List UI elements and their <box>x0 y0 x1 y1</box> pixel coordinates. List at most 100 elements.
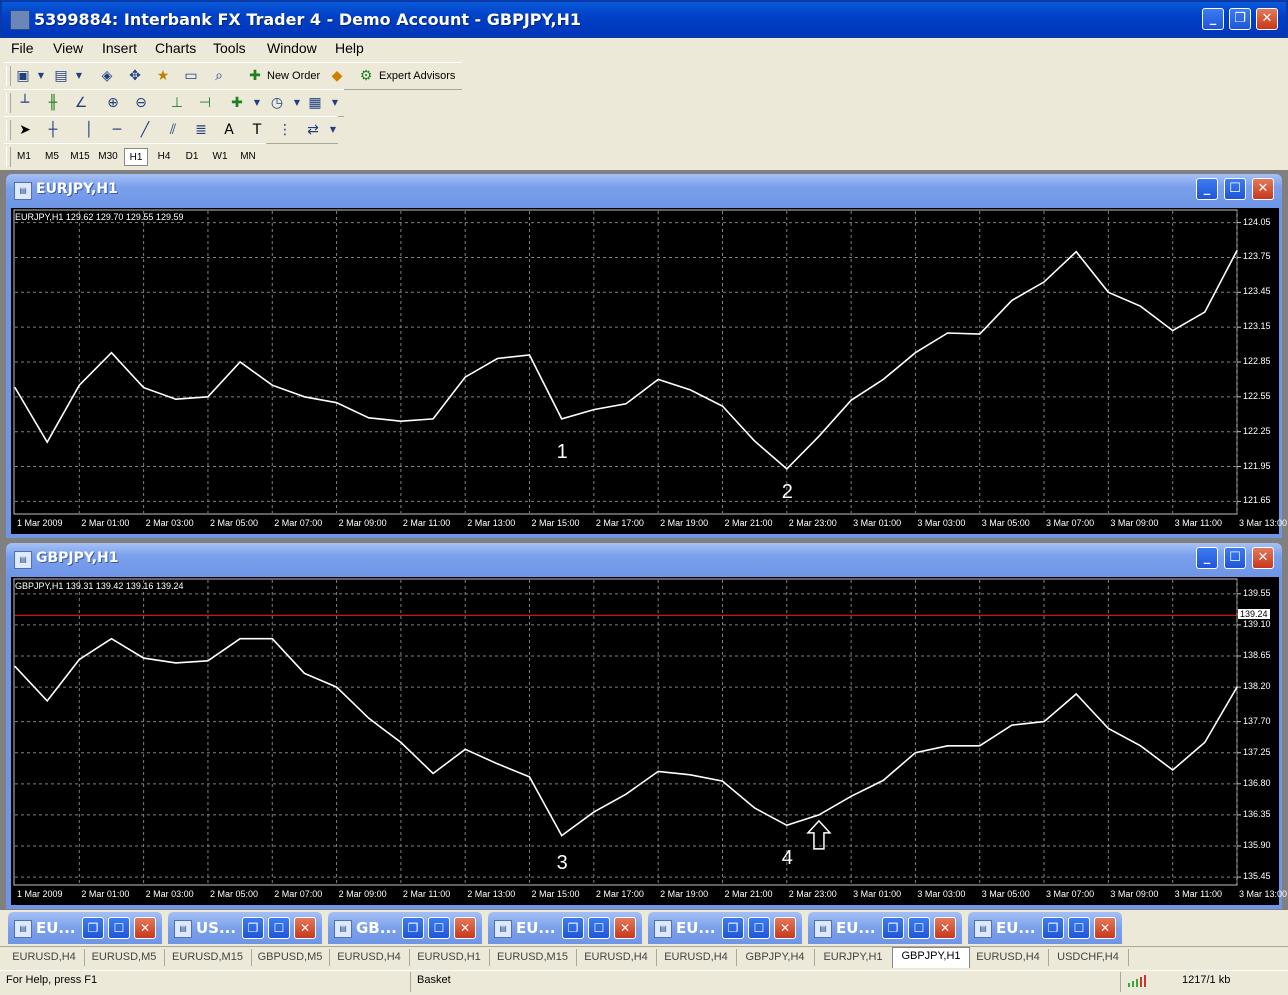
dropdown-arrow-icon[interactable]: ▼ <box>288 94 306 112</box>
chart-window-icon[interactable]: ▤ <box>334 920 352 938</box>
eurjpy-chart[interactable]: EURJPY,H1 129.62 129.70 129.55 129.59 1 … <box>11 208 1287 534</box>
gbpjpy-chart[interactable]: GBPJPY,H1 139.31 139.42 139.16 139.24 1 … <box>11 577 1287 905</box>
maximize-window-button[interactable]: ☐ <box>1068 917 1090 939</box>
timeframe-m5[interactable]: M5 <box>40 148 64 166</box>
restore-window-button[interactable]: ❐ <box>882 917 904 939</box>
timeframe-m1[interactable]: M1 <box>12 148 36 166</box>
app-icon[interactable] <box>10 10 30 30</box>
chart-window-icon[interactable]: ▤ <box>654 920 672 938</box>
terminal-icon[interactable]: ▭ <box>182 67 200 85</box>
chart-tab[interactable]: EURUSD,H1 <box>409 949 490 966</box>
close-button[interactable]: ✕ <box>1256 8 1278 30</box>
chart-tab[interactable]: EURUSD,H4 <box>4 949 85 966</box>
maximize-window-button[interactable]: ☐ <box>108 917 130 939</box>
equidistant-channel-icon[interactable]: ⫽ <box>164 121 182 139</box>
profiles-icon[interactable]: ▤ <box>52 67 70 85</box>
metaeditor-icon[interactable]: ◆ <box>328 67 346 85</box>
dropdown-arrow-icon[interactable]: ▼ <box>32 67 50 85</box>
chart-window-icon[interactable]: ▤ <box>494 920 512 938</box>
menu-help[interactable]: Help <box>335 40 364 56</box>
chart-window-icon[interactable]: ▤ <box>814 920 832 938</box>
restore-window-button[interactable]: ❐ <box>562 917 584 939</box>
market-watch-icon[interactable]: ◈ <box>98 67 116 85</box>
chart-tab[interactable]: EURUSD,H4 <box>656 949 737 966</box>
vertical-line-icon[interactable]: │ <box>80 121 98 139</box>
indicators-icon[interactable]: ✚ <box>228 94 246 112</box>
menu-file[interactable]: File <box>11 40 34 56</box>
minimized-chart-window[interactable]: ▤ EU... ❐ ☐ ✕ <box>648 912 802 944</box>
text-label-icon[interactable]: T <box>248 121 266 139</box>
restore-window-button[interactable]: ❐ <box>1042 917 1064 939</box>
arrows-icon[interactable]: ⇄ <box>304 121 322 139</box>
dropdown-arrow-icon[interactable]: ▼ <box>326 94 344 112</box>
gann-icon[interactable]: ⋮ <box>276 121 294 139</box>
timeframe-h4[interactable]: H4 <box>152 148 176 166</box>
restore-window-button[interactable]: ❐ <box>722 917 744 939</box>
toolbar-grip[interactable] <box>6 120 11 140</box>
line-chart-icon[interactable]: ∠ <box>72 94 90 112</box>
timeframe-w1[interactable]: W1 <box>208 148 232 166</box>
restore-window-button[interactable]: ❐ <box>242 917 264 939</box>
chart-tab[interactable]: GBPJPY,H4 <box>736 949 815 966</box>
trendline-icon[interactable]: ╱ <box>136 121 154 139</box>
timeframe-h1[interactable]: H1 <box>124 148 148 166</box>
menu-view[interactable]: View <box>53 40 83 56</box>
close-window-button[interactable]: ✕ <box>134 917 156 939</box>
chart-tab[interactable]: USDCHF,H4 <box>1048 949 1129 966</box>
zoom-in-icon[interactable]: ⊕ <box>104 94 122 112</box>
toolbar-grip[interactable] <box>6 93 11 113</box>
periods-icon[interactable]: ◷ <box>268 94 286 112</box>
close-window-button[interactable]: ✕ <box>614 917 636 939</box>
menu-insert[interactable]: Insert <box>102 40 137 56</box>
timeframe-m30[interactable]: M30 <box>96 148 120 166</box>
close-window-button[interactable]: ✕ <box>1094 917 1116 939</box>
chart-tab[interactable]: GBPUSD,M5 <box>251 949 330 966</box>
close-window-button[interactable]: ✕ <box>774 917 796 939</box>
menu-tools[interactable]: Tools <box>213 40 246 56</box>
data-window-icon[interactable]: ✥ <box>126 67 144 85</box>
minimized-chart-window[interactable]: ▤ US... ❐ ☐ ✕ <box>168 912 322 944</box>
close-window-button[interactable]: ✕ <box>934 917 956 939</box>
chart-tab[interactable]: EURUSD,M15 <box>164 949 252 966</box>
chart-maximize-button[interactable]: ☐ <box>1224 547 1246 569</box>
chart-tab[interactable]: EURUSD,M15 <box>489 949 577 966</box>
new-order-icon[interactable]: ✚ <box>246 67 264 85</box>
chart-shift-icon[interactable]: ⊣ <box>196 94 214 112</box>
menu-charts[interactable]: Charts <box>155 40 196 56</box>
timeframe-mn[interactable]: MN <box>236 148 260 166</box>
timeframe-d1[interactable]: D1 <box>180 148 204 166</box>
chart-tab[interactable]: EURUSD,H4 <box>576 949 657 966</box>
minimized-chart-window[interactable]: ▤ EU... ❐ ☐ ✕ <box>808 912 962 944</box>
eurjpy-window-titlebar[interactable]: ▤ EURJPY,H1 _ ☐ ✕ <box>6 174 1282 206</box>
dropdown-arrow-icon[interactable]: ▼ <box>324 121 342 139</box>
minimized-chart-window[interactable]: ▤ EU... ❐ ☐ ✕ <box>8 912 162 944</box>
chart-close-button[interactable]: ✕ <box>1252 547 1274 569</box>
maximize-window-button[interactable]: ☐ <box>908 917 930 939</box>
restore-window-button[interactable]: ❐ <box>82 917 104 939</box>
chart-tab[interactable]: EURUSD,H4 <box>968 949 1049 966</box>
maximize-window-button[interactable]: ☐ <box>268 917 290 939</box>
close-window-button[interactable]: ✕ <box>454 917 476 939</box>
gbpjpy-window-titlebar[interactable]: ▤ GBPJPY,H1 _ ☐ ✕ <box>6 543 1282 575</box>
maximize-window-button[interactable]: ☐ <box>748 917 770 939</box>
chart-window-icon[interactable]: ▤ <box>14 920 32 938</box>
restore-button[interactable]: ❐ <box>1229 8 1251 30</box>
chart-tab[interactable]: EURUSD,M5 <box>84 949 165 966</box>
maximize-window-button[interactable]: ☐ <box>428 917 450 939</box>
candlestick-icon[interactable]: ╫ <box>44 94 62 112</box>
chart-window-icon[interactable]: ▤ <box>174 920 192 938</box>
chart-window-icon[interactable]: ▤ <box>14 182 32 200</box>
horizontal-line-icon[interactable]: ─ <box>108 121 126 139</box>
chart-maximize-button[interactable]: ☐ <box>1224 178 1246 200</box>
fibonacci-icon[interactable]: ≣ <box>192 121 210 139</box>
expert-advisors-button[interactable]: Expert Advisors <box>379 70 455 82</box>
close-window-button[interactable]: ✕ <box>294 917 316 939</box>
chart-close-button[interactable]: ✕ <box>1252 178 1274 200</box>
zoom-out-icon[interactable]: ⊖ <box>132 94 150 112</box>
maximize-window-button[interactable]: ☐ <box>588 917 610 939</box>
minimized-chart-window[interactable]: ▤ EU... ❐ ☐ ✕ <box>488 912 642 944</box>
minimize-button[interactable]: _ <box>1202 8 1224 30</box>
new-chart-icon[interactable]: ▣ <box>14 67 32 85</box>
chart-minimize-button[interactable]: _ <box>1196 547 1218 569</box>
toolbar-grip[interactable] <box>6 66 11 86</box>
